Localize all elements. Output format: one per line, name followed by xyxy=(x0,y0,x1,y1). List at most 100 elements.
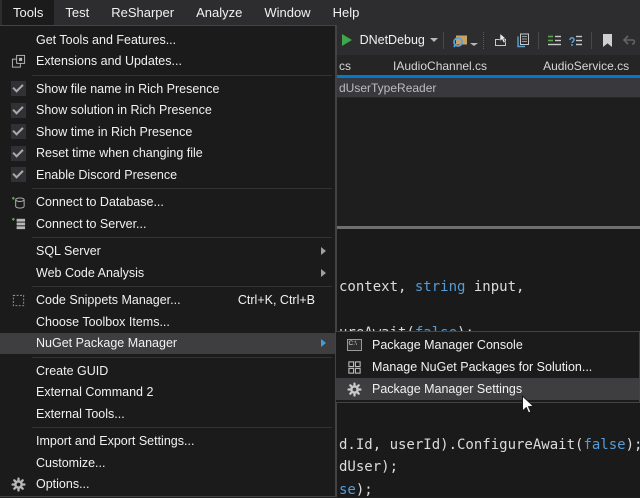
run-target-dropdown-icon[interactable] xyxy=(430,38,438,42)
menu-item-label: Customize... xyxy=(36,456,335,470)
icon-slot: C:\ xyxy=(336,339,372,351)
find-dropdown-icon[interactable] xyxy=(470,43,478,46)
code-line: d.Id, userId).ConfigureAwait(false); xyxy=(339,437,640,453)
play-triangle-icon xyxy=(342,34,352,46)
code-editor[interactable]: context, string input, ureAwait(false); … xyxy=(337,98,640,497)
main-menubar: Tools Test ReSharper Analyze Window Help xyxy=(0,0,640,25)
menu-item-external-tools[interactable]: External Tools... xyxy=(0,403,335,425)
menu-item-label: Show time in Rich Presence xyxy=(36,125,335,139)
server-icon xyxy=(11,216,26,231)
menubar-item-tools[interactable]: Tools xyxy=(2,0,54,25)
menu-item-label: Extensions and Updates... xyxy=(36,54,335,68)
tab-iaudiochannel[interactable]: IAudioChannel.cs xyxy=(383,56,497,74)
copy-lines-icon[interactable] xyxy=(511,29,532,51)
menu-item-label: Import and Export Settings... xyxy=(36,434,335,448)
menu-item-nuget-package-manager[interactable]: NuGet Package Manager xyxy=(0,333,335,355)
menubar-item-analyze[interactable]: Analyze xyxy=(185,0,253,25)
submenu-item-manage-nuget-packages[interactable]: Manage NuGet Packages for Solution... xyxy=(336,356,639,378)
menu-item-label: Enable Discord Presence xyxy=(36,168,335,182)
menu-item-customize[interactable]: Customize... xyxy=(0,452,335,474)
menu-item-label: Get Tools and Features... xyxy=(36,33,335,47)
menubar-item-resharper[interactable]: ReSharper xyxy=(100,0,185,25)
checkmark-icon xyxy=(11,81,26,96)
menu-item-label: Show solution in Rich Presence xyxy=(36,103,335,117)
submenu-arrow-icon xyxy=(321,339,326,347)
menu-item-import-export-settings[interactable]: Import and Export Settings... xyxy=(0,431,335,453)
code-keyword: false xyxy=(583,437,625,453)
code-text: dUser); xyxy=(339,459,398,475)
submenu-item-label: Package Manager Settings xyxy=(372,382,639,396)
checkmark-icon xyxy=(11,103,26,118)
submenu-item-label: Package Manager Console xyxy=(372,338,639,352)
menu-separator xyxy=(32,427,332,428)
code-line: se); xyxy=(339,482,373,498)
tab-audioservice[interactable]: AudioService.cs xyxy=(533,56,639,74)
icon-slot xyxy=(0,216,36,231)
menu-item-choose-toolbox-items[interactable]: Choose Toolbox Items... xyxy=(0,311,335,333)
menu-item-reset-time-when-changing-file[interactable]: Reset time when changing file xyxy=(0,143,335,165)
menubar-item-help[interactable]: Help xyxy=(322,0,371,25)
icon-slot xyxy=(0,477,36,492)
menu-item-connect-to-database[interactable]: Connect to Database... xyxy=(0,192,335,214)
menu-item-label: Show file name in Rich Presence xyxy=(36,82,335,96)
navigate-selection-icon[interactable] xyxy=(490,29,511,51)
mouse-cursor xyxy=(521,395,536,416)
console-icon-text: C:\ xyxy=(348,340,357,347)
extensions-icon xyxy=(11,54,26,69)
menu-item-label: SQL Server xyxy=(36,244,335,258)
menu-separator xyxy=(32,286,332,287)
menu-item-label: Reset time when changing file xyxy=(36,146,335,160)
submenu-item-package-manager-settings[interactable]: Package Manager Settings xyxy=(336,378,639,400)
checkmark-icon xyxy=(11,167,26,182)
menu-item-code-snippets-manager[interactable]: Code Snippets Manager... Ctrl+K, Ctrl+B xyxy=(0,290,335,312)
menu-item-external-command-2[interactable]: External Command 2 xyxy=(0,382,335,404)
menu-item-label: Web Code Analysis xyxy=(36,266,335,280)
menubar-item-test[interactable]: Test xyxy=(54,0,100,25)
menu-separator xyxy=(32,357,332,358)
menu-item-connect-to-server[interactable]: Connect to Server... xyxy=(0,213,335,235)
menu-item-extensions-and-updates[interactable]: Extensions and Updates... xyxy=(0,51,335,73)
toolbar-separator xyxy=(591,32,592,49)
menu-separator xyxy=(32,237,332,238)
pane-splitter[interactable] xyxy=(337,226,640,229)
toolbar-separator xyxy=(538,32,539,49)
submenu-arrow-icon xyxy=(321,269,326,277)
run-target-label[interactable]: DNetDebug xyxy=(360,33,425,47)
nuget-submenu: C:\ Package Manager Console Manage NuGet… xyxy=(335,331,640,403)
menu-item-show-file-name-rich-presence[interactable]: Show file name in Rich Presence xyxy=(0,78,335,100)
breadcrumb-type-name: dUserTypeReader xyxy=(339,81,436,95)
menu-item-web-code-analysis[interactable]: Web Code Analysis xyxy=(0,262,335,284)
submenu-item-label: Manage NuGet Packages for Solution... xyxy=(372,360,639,374)
database-icon xyxy=(11,195,26,210)
tab-document-partial[interactable]: cs xyxy=(337,56,357,74)
icon-slot xyxy=(0,167,36,182)
console-icon: C:\ xyxy=(347,339,362,351)
bookmark-icon[interactable] xyxy=(597,29,618,51)
icon-slot xyxy=(0,124,36,139)
submenu-item-package-manager-console[interactable]: C:\ Package Manager Console xyxy=(336,334,639,356)
format-document-icon[interactable] xyxy=(544,29,565,51)
icon-slot xyxy=(336,360,372,375)
menu-item-show-solution-rich-presence[interactable]: Show solution in Rich Presence xyxy=(0,100,335,122)
menu-item-enable-discord-presence[interactable]: Enable Discord Presence xyxy=(0,164,335,186)
menu-item-options[interactable]: Options... xyxy=(0,474,335,496)
gear-icon xyxy=(11,477,26,492)
smart-indent-icon[interactable] xyxy=(565,29,586,51)
icon-slot xyxy=(0,54,36,69)
menu-item-label: NuGet Package Manager xyxy=(36,336,335,350)
menu-item-get-tools-and-features[interactable]: Get Tools and Features... xyxy=(0,29,335,51)
checkmark-icon xyxy=(11,124,26,139)
document-tab-bar: cs IAudioChannel.cs AudioService.cs xyxy=(337,55,640,75)
menu-item-show-time-rich-presence[interactable]: Show time in Rich Presence xyxy=(0,121,335,143)
code-keyword: se xyxy=(339,482,356,498)
menu-item-label: External Tools... xyxy=(36,407,335,421)
menu-item-create-guid[interactable]: Create GUID xyxy=(0,360,335,382)
menubar-item-window[interactable]: Window xyxy=(253,0,321,25)
editor-breadcrumb-bar[interactable]: dUserTypeReader xyxy=(337,78,640,98)
find-in-files-icon[interactable] xyxy=(449,29,470,51)
menu-item-label: Options... xyxy=(36,477,335,491)
menu-item-sql-server[interactable]: SQL Server xyxy=(0,241,335,263)
run-icon[interactable] xyxy=(340,29,354,51)
undo-icon[interactable] xyxy=(619,29,640,51)
menu-separator xyxy=(32,188,332,189)
